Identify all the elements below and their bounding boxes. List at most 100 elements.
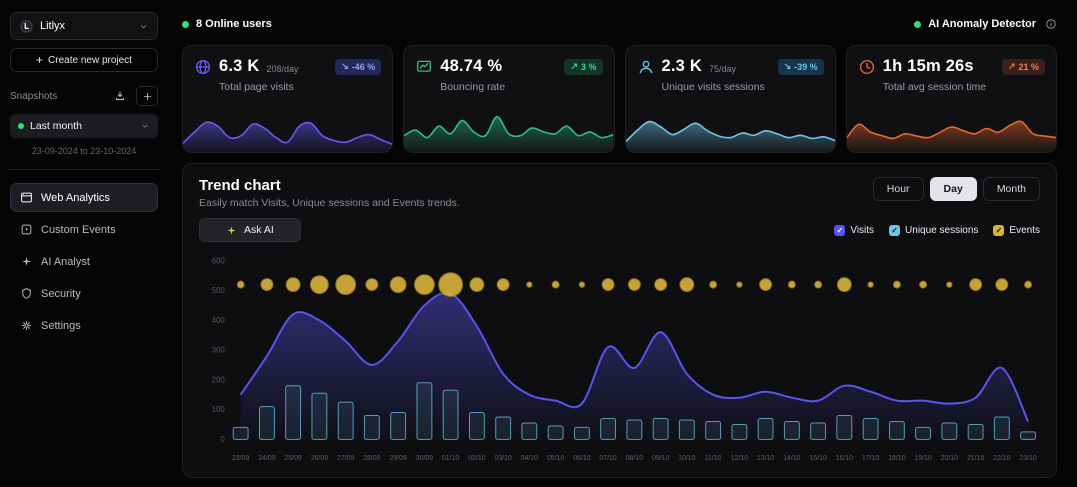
download-icon bbox=[114, 90, 126, 102]
trend-badge: ↘ -46 % bbox=[335, 59, 381, 75]
checkbox-checked-icon[interactable]: ✓ bbox=[993, 225, 1004, 236]
svg-text:30/09: 30/09 bbox=[416, 455, 434, 462]
sidebar-item-web-analytics[interactable]: Web Analytics bbox=[10, 183, 158, 212]
plus-icon bbox=[142, 91, 153, 102]
globe-icon bbox=[194, 58, 212, 76]
svg-text:500: 500 bbox=[212, 286, 226, 295]
legend-item-events[interactable]: ✓ Events bbox=[993, 225, 1040, 236]
legend-label: Unique sessions bbox=[905, 225, 978, 236]
svg-text:09/10: 09/10 bbox=[652, 455, 670, 462]
stat-card-total-page-visits[interactable]: 6.3 K 208/day ↘ -46 % Total page visits bbox=[182, 45, 393, 153]
sidebar-item-security[interactable]: Security bbox=[10, 279, 158, 308]
anomaly-detector-label: AI Anomaly Detector bbox=[928, 18, 1036, 30]
plus-icon: + bbox=[36, 53, 43, 67]
snapshots-label: Snapshots bbox=[10, 91, 104, 102]
legend-item-visits[interactable]: ✓ Visits bbox=[834, 225, 874, 236]
stat-label: Total avg session time bbox=[847, 76, 1056, 93]
online-users-label: 8 Online users bbox=[196, 18, 272, 30]
web-analytics-icon bbox=[20, 191, 33, 204]
online-status-dot bbox=[182, 21, 189, 28]
litlyx-logo-icon bbox=[19, 19, 34, 34]
sparkle-icon bbox=[226, 225, 237, 236]
svg-text:100: 100 bbox=[212, 405, 226, 414]
main-content: 8 Online users AI Anomaly Detector 6.3 K… bbox=[168, 0, 1077, 478]
stat-card-unique-sessions[interactable]: 2.3 K 75/day ↘ -39 % Unique visits sessi… bbox=[625, 45, 836, 153]
svg-text:05/10: 05/10 bbox=[547, 455, 565, 462]
svg-text:200: 200 bbox=[212, 375, 226, 384]
export-snapshot-button[interactable] bbox=[109, 86, 131, 106]
svg-text:14/10: 14/10 bbox=[783, 455, 801, 462]
chevron-down-icon bbox=[138, 21, 149, 32]
svg-text:25/09: 25/09 bbox=[284, 455, 302, 462]
card-sparkline bbox=[183, 106, 392, 152]
add-snapshot-button[interactable] bbox=[136, 86, 158, 106]
svg-text:11/10: 11/10 bbox=[705, 455, 722, 462]
svg-text:19/10: 19/10 bbox=[914, 455, 932, 462]
svg-text:17/10: 17/10 bbox=[862, 455, 880, 462]
stat-value: 1h 15m 26s bbox=[883, 57, 974, 76]
panel-subtitle: Easily match Visits, Unique sessions and… bbox=[199, 197, 460, 209]
stat-per-day: 208/day bbox=[266, 64, 298, 74]
svg-text:29/09: 29/09 bbox=[389, 455, 407, 462]
chart-legend: ✓ Visits ✓ Unique sessions ✓ Events bbox=[834, 225, 1040, 236]
settings-icon bbox=[20, 319, 33, 332]
legend-item-unique-sessions[interactable]: ✓ Unique sessions bbox=[889, 225, 978, 236]
ai-analyst-icon bbox=[20, 255, 33, 268]
topbar: 8 Online users AI Anomaly Detector bbox=[182, 12, 1057, 36]
svg-text:27/09: 27/09 bbox=[337, 455, 355, 462]
range-button-day[interactable]: Day bbox=[930, 177, 977, 201]
svg-text:0: 0 bbox=[220, 435, 225, 444]
legend-label: Events bbox=[1009, 225, 1040, 236]
sidebar-nav: Web Analytics Custom Events AI Analyst S… bbox=[10, 183, 158, 340]
svg-text:23/10: 23/10 bbox=[1019, 455, 1037, 462]
range-button-month[interactable]: Month bbox=[983, 177, 1040, 201]
card-sparkline bbox=[847, 106, 1056, 152]
trend-arrow-icon: ↗ bbox=[1008, 61, 1016, 72]
project-name: Litlyx bbox=[40, 20, 132, 32]
sidebar-item-ai-analyst[interactable]: AI Analyst bbox=[10, 247, 158, 276]
sidebar-item-settings[interactable]: Settings bbox=[10, 311, 158, 340]
create-project-button[interactable]: + Create new project bbox=[10, 48, 158, 72]
sidebar-item-label: Security bbox=[41, 288, 81, 300]
online-users: 8 Online users bbox=[182, 18, 272, 30]
ask-ai-label: Ask AI bbox=[244, 224, 274, 236]
stat-card-bouncing-rate[interactable]: 48.74 % ↗ 3 % Bouncing rate bbox=[403, 45, 614, 153]
status-dot bbox=[18, 123, 24, 129]
legend-label: Visits bbox=[850, 225, 874, 236]
snapshot-select[interactable]: Last month bbox=[10, 114, 158, 138]
range-button-hour[interactable]: Hour bbox=[873, 177, 924, 201]
create-project-label: Create new project bbox=[48, 55, 132, 66]
project-selector[interactable]: Litlyx bbox=[10, 12, 158, 40]
card-sparkline bbox=[404, 106, 613, 152]
security-icon bbox=[20, 287, 33, 300]
stat-value: 2.3 K bbox=[662, 57, 702, 76]
ai-anomaly-detector[interactable]: AI Anomaly Detector bbox=[914, 18, 1057, 30]
trend-arrow-icon: ↘ bbox=[784, 61, 792, 72]
stat-label: Unique visits sessions bbox=[626, 76, 835, 93]
svg-text:15/10: 15/10 bbox=[809, 455, 827, 462]
custom-events-icon bbox=[20, 223, 33, 236]
svg-text:26/09: 26/09 bbox=[311, 455, 329, 462]
checkbox-checked-icon[interactable]: ✓ bbox=[834, 225, 845, 236]
sidebar-item-label: Web Analytics bbox=[41, 192, 110, 204]
snapshot-selected-label: Last month bbox=[30, 120, 134, 132]
svg-text:600: 600 bbox=[212, 256, 226, 265]
stat-per-day: 75/day bbox=[709, 64, 736, 74]
chevron-down-icon bbox=[140, 121, 150, 131]
trend-arrow-icon: ↗ bbox=[570, 61, 578, 72]
stat-card-avg-session-time[interactable]: 1h 15m 26s ↗ 21 % Total avg session time bbox=[846, 45, 1057, 153]
svg-text:10/10: 10/10 bbox=[678, 455, 696, 462]
stat-label: Total page visits bbox=[183, 76, 392, 93]
sidebar-item-custom-events[interactable]: Custom Events bbox=[10, 215, 158, 244]
ask-ai-button[interactable]: Ask AI bbox=[199, 218, 301, 242]
info-button[interactable] bbox=[1045, 18, 1057, 30]
sidebar: Litlyx + Create new project Snapshots La… bbox=[0, 0, 168, 487]
svg-text:18/10: 18/10 bbox=[888, 455, 906, 462]
checkbox-checked-icon[interactable]: ✓ bbox=[889, 225, 900, 236]
range-selector: Hour Day Month bbox=[873, 177, 1040, 201]
sidebar-item-label: Settings bbox=[41, 320, 81, 332]
sidebar-item-label: Custom Events bbox=[41, 224, 116, 236]
svg-text:04/10: 04/10 bbox=[521, 455, 539, 462]
svg-text:24/09: 24/09 bbox=[258, 455, 276, 462]
stat-cards: 6.3 K 208/day ↘ -46 % Total page visits … bbox=[182, 45, 1057, 153]
